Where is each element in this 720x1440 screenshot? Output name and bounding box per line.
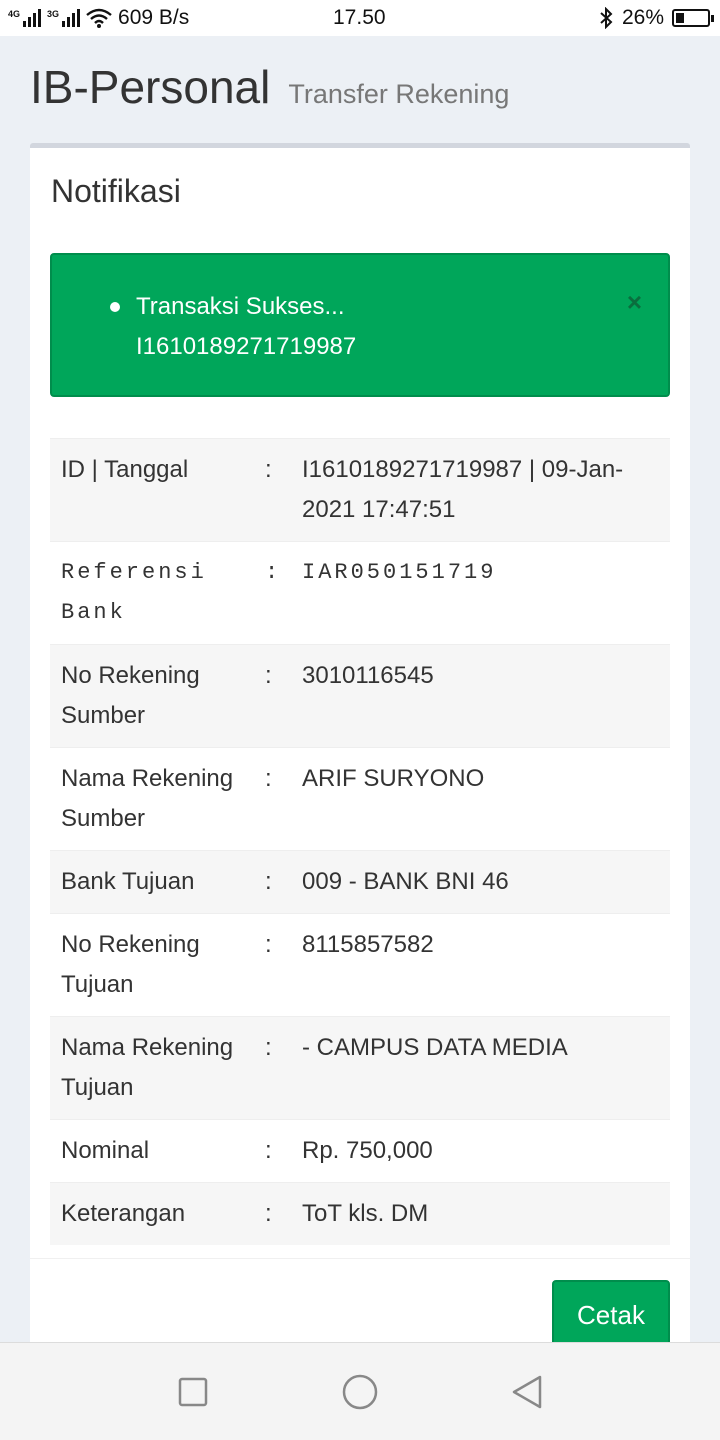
detail-label: Keterangan (50, 1182, 265, 1245)
status-bar-left: 4G 3G 609 B/s (8, 6, 189, 30)
alert-message-line1: Transaksi Sukses... (136, 293, 345, 320)
battery-level (676, 13, 684, 23)
circle-icon (342, 1374, 378, 1409)
alert-message-line2: I1610189271719987 (136, 333, 357, 360)
detail-separator: : (265, 644, 289, 748)
battery-icon (672, 9, 714, 27)
network-type-label: 4G (8, 9, 21, 19)
detail-separator: : (265, 913, 289, 1017)
back-triangle-icon (512, 1375, 541, 1408)
battery-percent: 26% (621, 6, 664, 29)
detail-label: Nominal (50, 1119, 265, 1183)
status-bar: 4G 3G 609 B/s 17.50 26% (0, 0, 720, 36)
detail-row: No Rekening Tujuan:8115857582 (50, 913, 670, 1017)
detail-label: ID | Tanggal (50, 438, 265, 542)
detail-value: 8115857582 (289, 913, 670, 1017)
detail-separator: : (265, 438, 289, 542)
status-time: 17.50 (333, 6, 386, 29)
page-title: IB-Personal (30, 61, 271, 113)
transaction-detail-table: ID | Tanggal: I1610189271719987 | 09-Jan-… (50, 438, 670, 1245)
detail-row: Keterangan: ToT kls. DM (50, 1182, 670, 1245)
detail-separator: : (265, 541, 289, 645)
detail-separator: : (265, 850, 289, 914)
detail-row: Nominal: Rp. 750,000 (50, 1119, 670, 1183)
bluetooth-icon (600, 7, 613, 29)
back-button[interactable] (497, 1362, 557, 1422)
detail-value: - CAMPUS DATA MEDIA (289, 1016, 670, 1120)
navigation-bar (0, 1342, 720, 1440)
content-header: IB-Personal Transfer Rekening (30, 60, 690, 114)
detail-label: Nama Rekening Sumber (50, 747, 265, 851)
signal-icon: 4G (8, 9, 42, 27)
wifi-icon (86, 8, 112, 28)
network-type-label-secondary: 3G (47, 9, 60, 19)
detail-label: Referensi Bank (50, 541, 265, 645)
detail-label: No Rekening Sumber (50, 644, 265, 748)
detail-value: IAR050151719 (289, 541, 670, 645)
detail-separator: : (265, 1016, 289, 1120)
detail-separator: : (265, 1119, 289, 1183)
detail-value: ToT kls. DM (289, 1182, 670, 1245)
close-icon[interactable]: × (627, 289, 642, 315)
box-footer (30, 1258, 690, 1259)
detail-label: No Rekening Tujuan (50, 913, 265, 1017)
detail-label: Bank Tujuan (50, 850, 265, 914)
network-speed: 609 B/s (118, 6, 190, 29)
signal-icon-secondary: 3G (47, 9, 81, 27)
print-button[interactable]: Cetak (552, 1280, 670, 1350)
detail-separator: : (265, 1182, 289, 1245)
detail-separator: : (265, 747, 289, 851)
home-button[interactable] (330, 1362, 390, 1422)
notification-box: Notifikasi Transaksi Sukses... I16101892… (30, 143, 690, 1383)
detail-value: ARIF SURYONO (289, 747, 670, 851)
alert-message: Transaksi Sukses... I1610189271719987 (109, 287, 357, 367)
alert-message-list: Transaksi Sukses... I1610189271719987 (109, 287, 357, 367)
detail-row: ID | Tanggal: I1610189271719987 | 09-Jan-… (50, 438, 670, 542)
detail-label: Nama Rekening Tujuan (50, 1016, 265, 1120)
square-icon (179, 1377, 208, 1406)
box-title: Notifikasi (51, 173, 181, 209)
detail-row: No Rekening Sumber:3010116545 (50, 644, 670, 748)
page-subtitle: Transfer Rekening (288, 79, 510, 109)
detail-value: 009 - BANK BNI 46 (289, 850, 670, 914)
detail-value: I1610189271719987 | 09-Jan-2021 17:47:51 (289, 438, 670, 542)
detail-value: 3010116545 (289, 644, 670, 748)
detail-row: Bank Tujuan:009 - BANK BNI 46 (50, 850, 670, 914)
detail-row: Nama Rekening Sumber: ARIF SURYONO (50, 747, 670, 851)
detail-row: Referensi Bank: IAR050151719 (50, 541, 670, 645)
success-alert: Transaksi Sukses... I1610189271719987 × (50, 253, 670, 397)
transaction-detail-body: ID | Tanggal: I1610189271719987 | 09-Jan-… (50, 438, 670, 1245)
status-bar-right: 26% (598, 6, 714, 30)
recent-apps-button[interactable] (163, 1362, 223, 1422)
detail-value: Rp. 750,000 (289, 1119, 670, 1183)
detail-row: Nama Rekening Tujuan: - CAMPUS DATA MEDIA (50, 1016, 670, 1120)
